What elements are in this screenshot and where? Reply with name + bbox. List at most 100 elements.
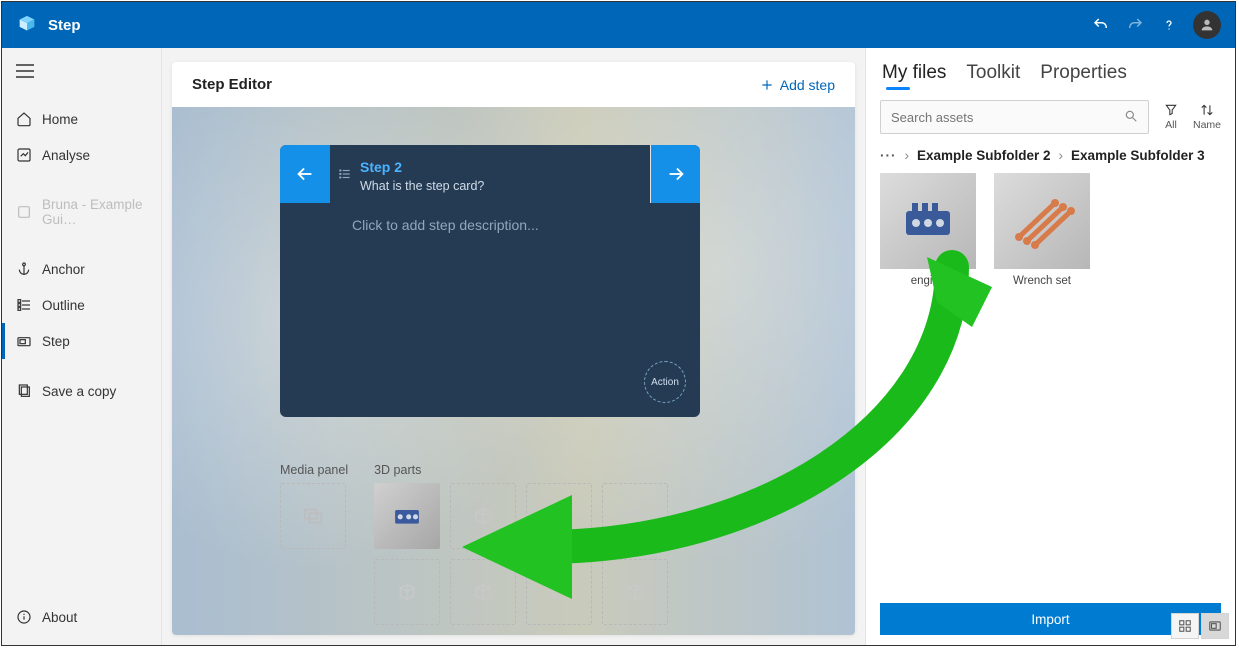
sidebar: Home Analyse Bruna - Example Gui… Anchor…: [2, 48, 162, 645]
filter-label: All: [1165, 119, 1177, 131]
step-editor-card: Step Editor Add step: [172, 62, 855, 635]
part-slot-6[interactable]: [450, 559, 516, 625]
add-step-button[interactable]: Add step: [760, 77, 835, 93]
chevron-right-icon: ›: [1059, 148, 1064, 163]
breadcrumb: ··· › Example Subfolder 2 › Example Subf…: [880, 148, 1221, 163]
redo-button[interactable]: [1121, 11, 1149, 39]
info-icon: [16, 609, 32, 625]
user-avatar[interactable]: [1193, 11, 1221, 39]
part-slot-7[interactable]: [526, 559, 592, 625]
view-card-button[interactable]: [1201, 613, 1229, 639]
outline-icon: [16, 297, 32, 313]
breadcrumb-item-1[interactable]: Example Subfolder 2: [917, 148, 1051, 163]
action-label: Action: [651, 377, 679, 388]
engine-icon: [898, 197, 958, 245]
part-slot-1[interactable]: [374, 483, 440, 549]
sort-button[interactable]: Name: [1193, 103, 1221, 131]
file-thumb: [880, 173, 976, 269]
sidebar-item-label: Bruna - Example Gui…: [42, 197, 147, 227]
chevron-right-icon: ›: [905, 148, 910, 163]
grid-icon: [1178, 619, 1192, 633]
sidebar-item-label: Step: [42, 334, 70, 349]
engine-thumb-icon: [390, 503, 424, 529]
step-action-button[interactable]: Action: [644, 361, 686, 403]
editor-stage: Step 2 What is the step card? Click to a…: [172, 107, 855, 635]
cube-placeholder-icon: [549, 506, 569, 526]
home-icon: [16, 111, 32, 127]
card-view-icon: [1208, 619, 1222, 633]
part-slot-4[interactable]: [602, 483, 668, 549]
sidebar-item-guide[interactable]: Bruna - Example Gui…: [2, 187, 161, 237]
parts-panel-label: 3D parts: [374, 463, 668, 477]
main-column: Step Editor Add step: [162, 48, 865, 645]
sidebar-item-label: Save a copy: [42, 384, 116, 399]
prev-step-button[interactable]: [280, 145, 330, 203]
step-title[interactable]: Step 2: [360, 159, 402, 175]
part-slot-8[interactable]: [602, 559, 668, 625]
cube-placeholder-icon: [625, 506, 645, 526]
parts-panel: 3D parts: [374, 463, 668, 625]
guide-icon: [16, 204, 32, 220]
app-title: Step: [48, 17, 81, 34]
breadcrumb-item-2[interactable]: Example Subfolder 3: [1071, 148, 1205, 163]
save-copy-icon: [16, 383, 32, 399]
cube-placeholder-icon: [549, 582, 569, 602]
cube-placeholder-icon: [473, 582, 493, 602]
cube-placeholder-icon: [625, 582, 645, 602]
sort-icon: [1199, 103, 1215, 117]
breadcrumb-overflow[interactable]: ···: [880, 148, 897, 163]
app-logo-icon: [16, 14, 38, 36]
tab-properties[interactable]: Properties: [1040, 62, 1127, 88]
media-slot[interactable]: [280, 483, 346, 549]
tab-toolkit[interactable]: Toolkit: [966, 62, 1020, 88]
tab-my-files[interactable]: My files: [882, 62, 946, 88]
file-name: Wrench set: [1013, 275, 1071, 287]
next-step-button[interactable]: [650, 145, 700, 203]
file-tile-wrench[interactable]: Wrench set: [994, 173, 1090, 287]
sidebar-item-about[interactable]: About: [2, 599, 161, 635]
sidebar-item-label: Home: [42, 112, 78, 127]
anchor-icon: [16, 261, 32, 277]
undo-button[interactable]: [1087, 11, 1115, 39]
sidebar-item-save-copy[interactable]: Save a copy: [2, 373, 161, 409]
sidebar-item-label: Outline: [42, 298, 85, 313]
sidebar-item-label: Analyse: [42, 148, 90, 163]
step-list-icon: [338, 167, 352, 186]
plus-icon: [760, 78, 774, 92]
sidebar-item-analyse[interactable]: Analyse: [2, 137, 161, 173]
cube-placeholder-icon: [397, 582, 417, 602]
arrow-left-icon: [294, 163, 316, 185]
editor-title: Step Editor: [192, 76, 272, 93]
step-description-placeholder[interactable]: Click to add step description...: [352, 217, 539, 233]
step-icon: [16, 333, 32, 349]
search-input-field[interactable]: [891, 110, 1116, 125]
filter-button[interactable]: All: [1163, 103, 1179, 131]
search-assets-input[interactable]: [880, 100, 1149, 134]
search-icon: [1124, 109, 1138, 126]
part-slot-5[interactable]: [374, 559, 440, 625]
file-thumb: [994, 173, 1090, 269]
file-tile-engine[interactable]: engine: [880, 173, 976, 287]
step-card: Step 2 What is the step card? Click to a…: [280, 145, 700, 417]
sidebar-item-step[interactable]: Step: [2, 323, 161, 359]
sidebar-item-outline[interactable]: Outline: [2, 287, 161, 323]
part-slot-2[interactable]: [450, 483, 516, 549]
wrench-set-icon: [1007, 193, 1077, 249]
app-root: Step Home A: [1, 1, 1236, 646]
step-subtitle[interactable]: What is the step card?: [360, 179, 484, 193]
media-panel-label: Media panel: [280, 463, 348, 477]
analyse-icon: [16, 147, 32, 163]
sidebar-item-anchor[interactable]: Anchor: [2, 251, 161, 287]
right-panel: My files Toolkit Properties All Name: [865, 48, 1235, 645]
sidebar-toggle-button[interactable]: [2, 56, 161, 91]
part-slot-3[interactable]: [526, 483, 592, 549]
add-step-label: Add step: [780, 77, 835, 93]
import-button[interactable]: Import: [880, 603, 1221, 635]
help-button[interactable]: [1155, 11, 1183, 39]
media-panel: Media panel: [280, 463, 348, 549]
file-name: engine: [911, 275, 946, 287]
title-bar: Step: [2, 2, 1235, 48]
sidebar-item-home[interactable]: Home: [2, 101, 161, 137]
cube-placeholder-icon: [473, 506, 493, 526]
view-grid-button[interactable]: [1171, 613, 1199, 639]
